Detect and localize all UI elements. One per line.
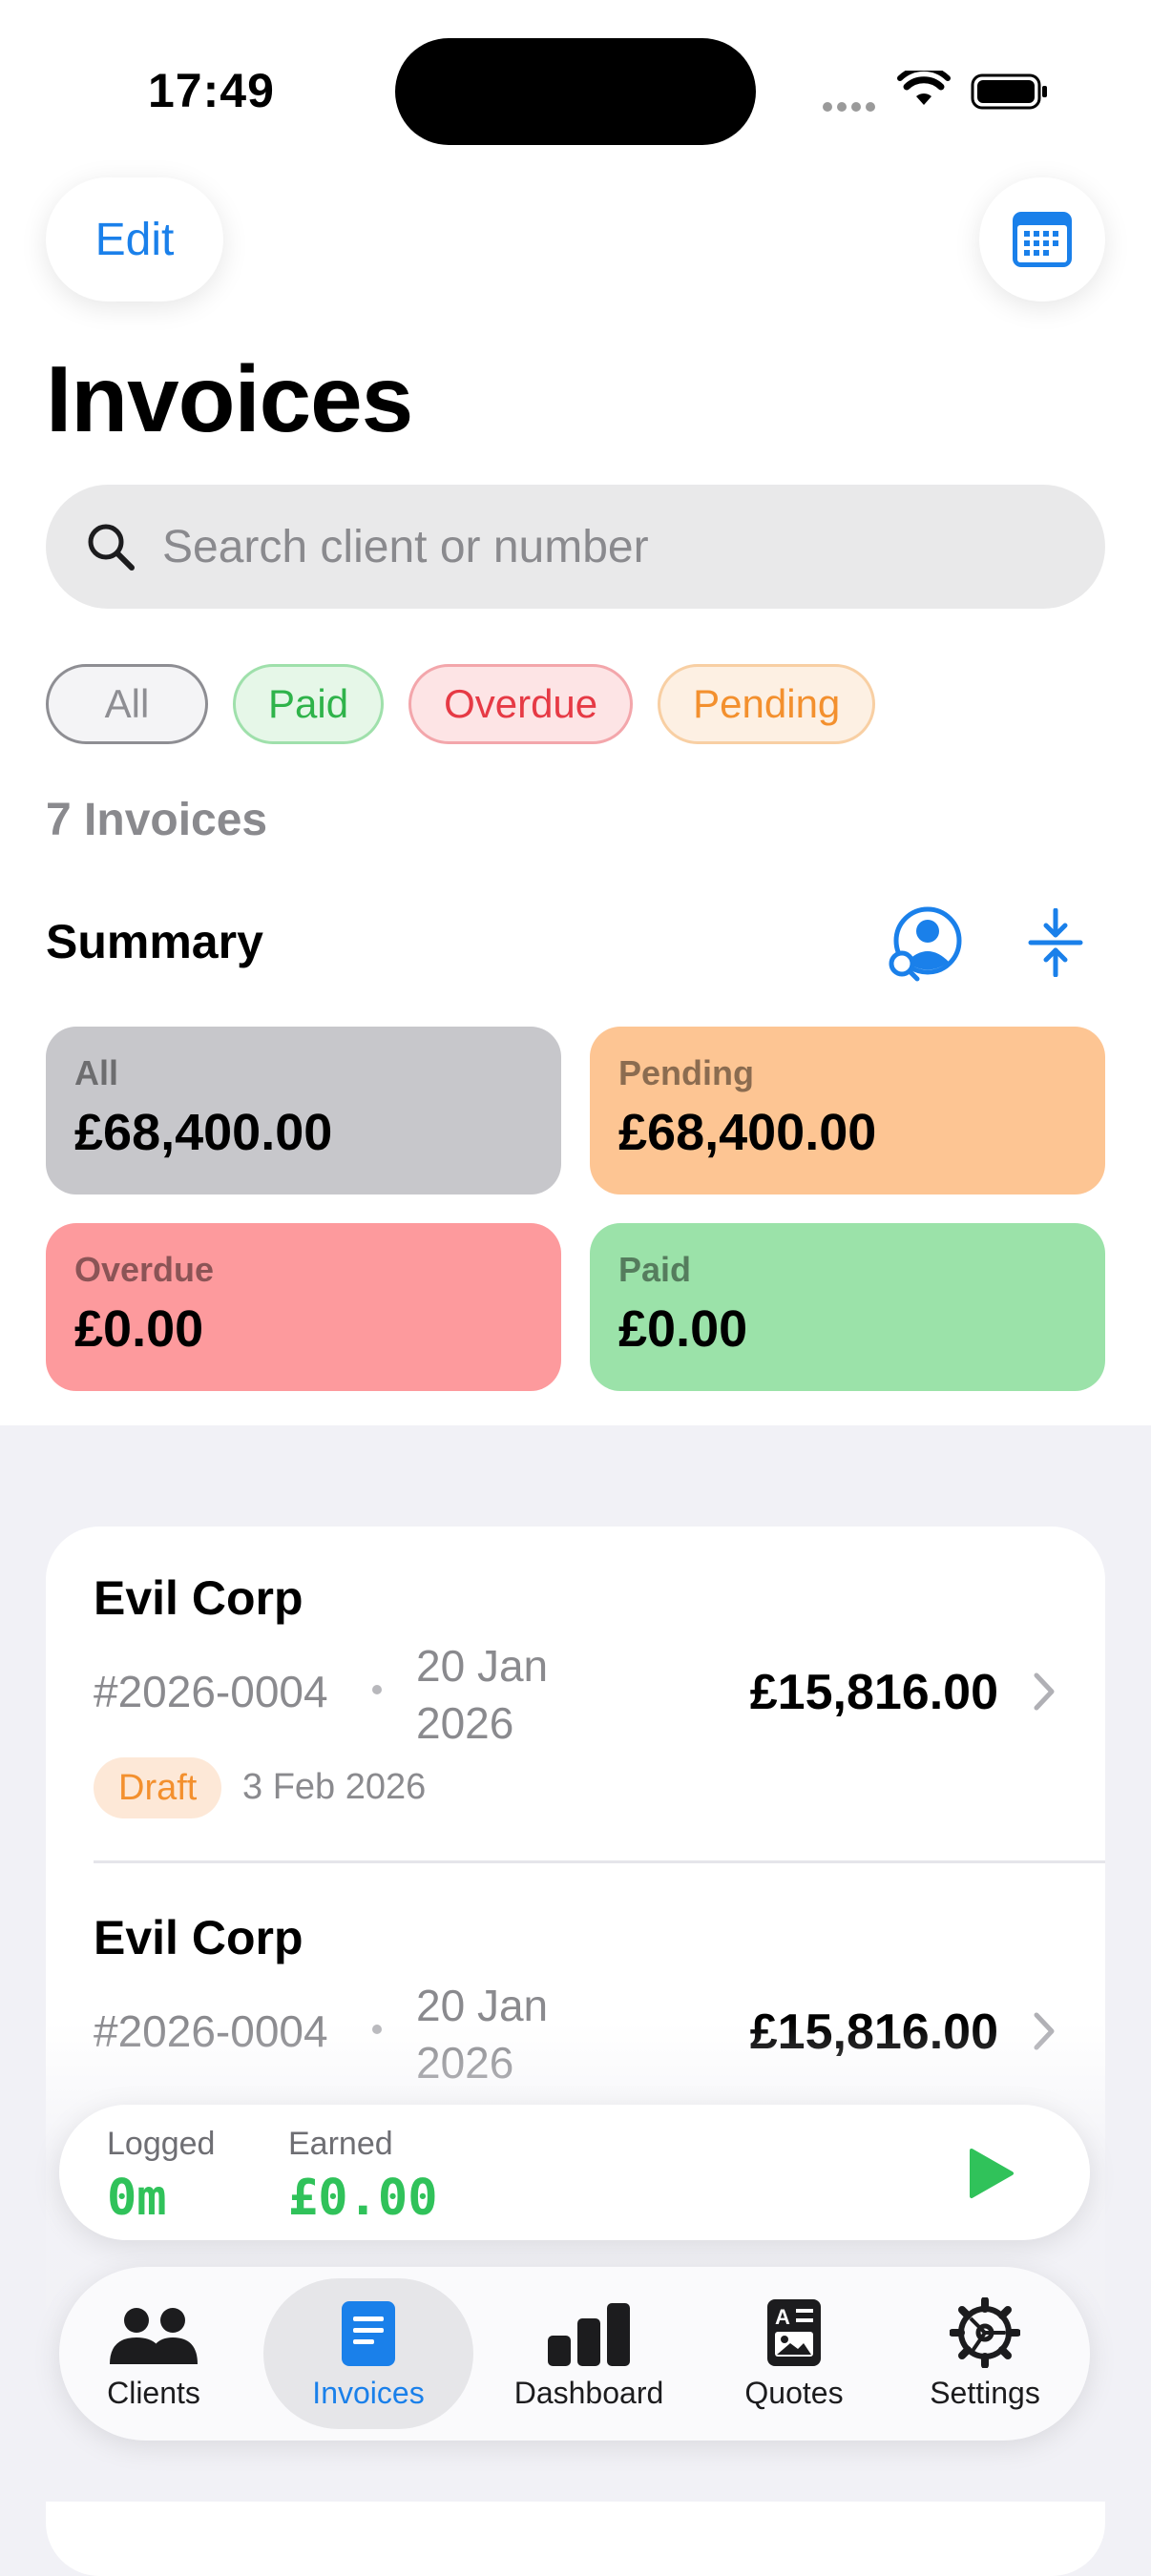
calendar-icon [1013,212,1072,267]
tab-quotes[interactable]: A Quotes [718,2278,870,2429]
calendar-button[interactable] [979,177,1105,301]
row-divider [94,1860,1105,1863]
search-icon [88,524,135,571]
search-input[interactable] [160,519,1023,574]
tab-bar: Clients Invoices Dashboard A Quotes Sett… [59,2267,1090,2441]
earned-value: £0.00 [288,2170,438,2227]
summary-card-label: Paid [618,1250,692,1289]
tab-invoices[interactable]: Invoices [263,2278,473,2429]
invoice-total: £15,816.00 [749,1665,998,1720]
tab-settings[interactable]: Settings [899,2278,1071,2429]
signal-dots-icon [823,99,880,116]
timer-bar[interactable]: Logged 0m Earned £0.00 [59,2105,1090,2240]
invoice-due-date: 3 Feb 2026 [242,1767,427,1807]
battery-icon [971,73,1047,110]
gear-icon [950,2297,1020,2368]
edit-button[interactable]: Edit [46,177,223,301]
person-search-icon[interactable] [886,903,966,983]
summary-card-amount: £68,400.00 [74,1104,333,1161]
invoice-number: #2026-0004 [94,1667,328,1716]
invoice-count: 7 Invoices [46,795,268,845]
document-icon [342,2301,395,2366]
earned-label: Earned [288,2126,393,2162]
play-icon[interactable] [962,2147,1015,2200]
invoice-date: 20 Jan 2026 [416,1641,549,1748]
tab-dashboard[interactable]: Dashboard [489,2278,689,2429]
summary-card-amount: £0.00 [618,1300,748,1358]
filter-chip-all[interactable]: All [46,664,208,744]
bar-chart-icon [548,2303,630,2366]
summary-card-label: Overdue [74,1250,215,1289]
quote-doc-icon: A [767,2299,821,2366]
filter-chip-pending[interactable]: Pending [658,664,876,744]
collapse-icon[interactable] [1027,908,1084,977]
wifi-icon [897,71,951,105]
filter-chip-overdue[interactable]: Overdue [408,664,634,744]
invoice-client: Evil Corp [94,1911,303,1964]
tab-label: Settings [930,2376,1040,2410]
tab-label: Clients [107,2376,200,2410]
summary-card-amount: £68,400.00 [618,1104,877,1161]
people-icon [110,2308,198,2364]
tab-clients[interactable]: Clients [73,2278,235,2429]
chevron-right-icon [1034,1672,1055,1711]
filter-chips: All Paid Overdue Pending [46,664,900,744]
tab-label: Invoices [312,2376,425,2410]
logged-label: Logged [107,2126,216,2162]
summary-card-overdue[interactable]: Overdue £0.00 [46,1223,561,1391]
dynamic-island [395,38,756,145]
summary-title: Summary [46,915,263,968]
summary-card-amount: £0.00 [74,1300,204,1358]
invoice-row[interactable]: Evil Corp #2026-0004 20 Jan 2026 £15,816… [46,1527,1105,1866]
svg-text:A: A [775,2305,790,2329]
summary-card-label: All [74,1053,119,1092]
status-badge: Draft [94,1757,222,1818]
invoice-client: Evil Corp [94,1571,303,1625]
logged-value: 0m [107,2170,167,2227]
filter-chip-paid[interactable]: Paid [233,664,385,744]
summary-card-label: Pending [618,1053,754,1092]
page-title: Invoices [46,346,413,451]
summary-card-all[interactable]: All £68,400.00 [46,1027,561,1195]
status-time: 17:49 [148,64,275,117]
tab-label: Quotes [744,2376,844,2410]
summary-card-paid[interactable]: Paid £0.00 [590,1223,1105,1391]
search-bar[interactable] [46,485,1105,609]
summary-card-pending[interactable]: Pending £68,400.00 [590,1027,1105,1195]
tab-label: Dashboard [513,2376,664,2410]
separator-dot [372,1685,382,1694]
